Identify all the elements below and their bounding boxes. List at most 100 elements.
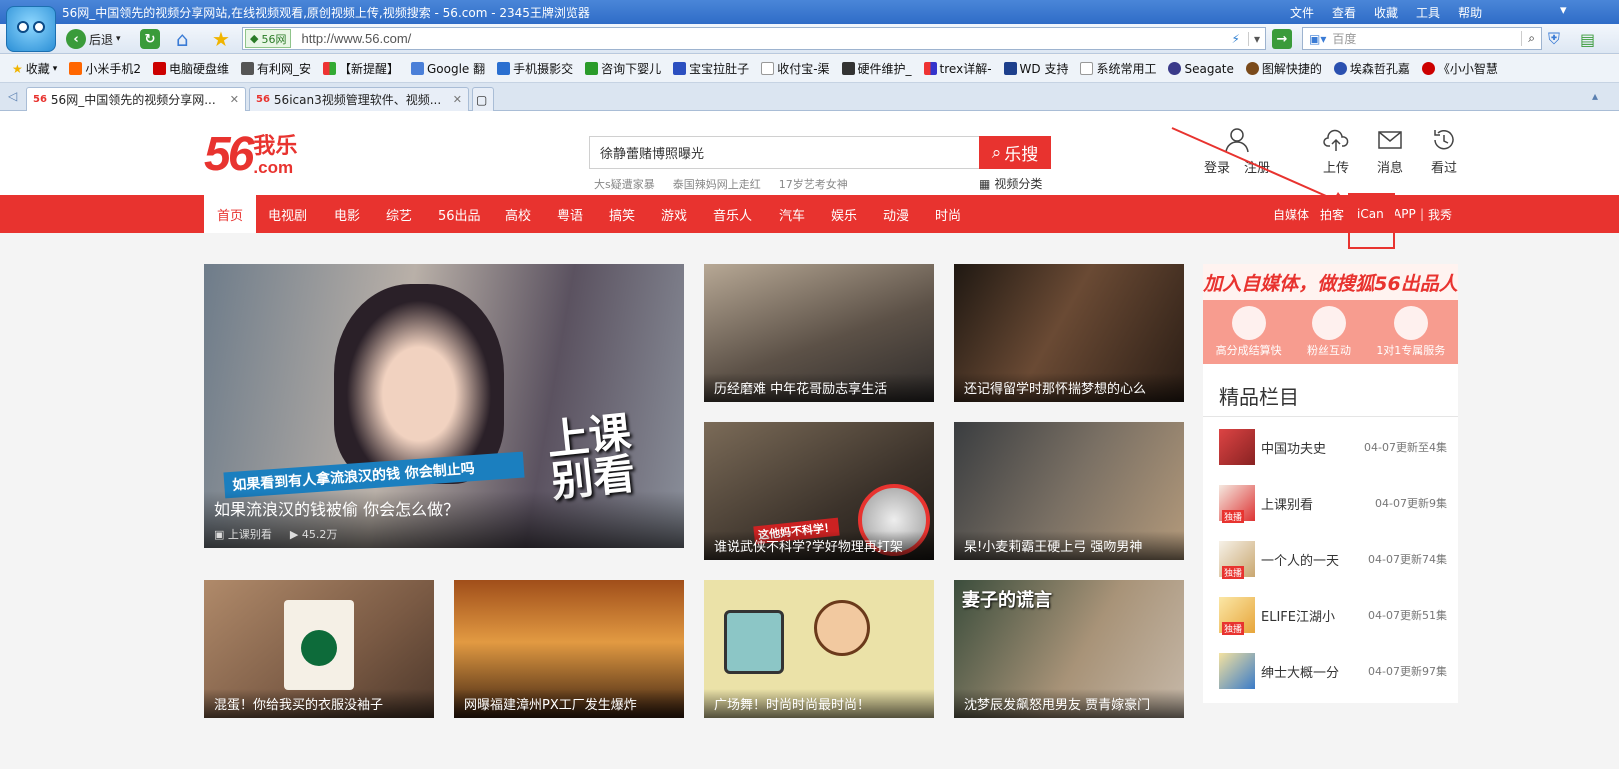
bookmark-item[interactable]: 有利网_安 (235, 60, 317, 77)
video-card[interactable]: 妻子的谎言 沈梦辰发飙怒甩男友 贾青嫁豪门 (954, 580, 1184, 718)
site-logo[interactable]: 56 我乐 .com (204, 131, 298, 179)
nav-games[interactable]: 游戏 (661, 195, 687, 233)
messages-button[interactable]: 消息 (1365, 127, 1415, 176)
hot-word[interactable]: 大s疑遭家暴 (594, 176, 655, 192)
nav-56-originals[interactable]: 56出品 (438, 195, 481, 233)
hot-word[interactable]: 17岁艺考女神 (779, 176, 848, 192)
nav-movie[interactable]: 电影 (334, 195, 360, 233)
logo-cn: 我乐 (253, 134, 298, 159)
bookmark-item[interactable]: 【新提醒】 (317, 60, 405, 77)
refresh-button[interactable]: ↻ (140, 27, 160, 51)
bookmark-item[interactable]: 宝宝拉肚子 (667, 60, 755, 77)
featured-video[interactable]: 如果看到有人拿流浪汉的钱 你会制止吗 上课别看 如果流浪汉的钱被偷 你会怎么做？… (204, 264, 684, 548)
column-title: 中国功夫史 (1261, 441, 1327, 457)
nav-entertainment[interactable]: 娱乐 (831, 195, 857, 233)
column-item[interactable]: 独播 一个人的一天 04-07更新74集 (1219, 540, 1447, 579)
address-bar[interactable]: ◆ 56网 http://www.56.com/ ⚡ ▾ (242, 27, 1266, 50)
site-header: 56 我乐 .com 徐静蕾赌博照曝光 ⌕ 乐搜 大s疑遭家暴 泰国辣妈网上走红 … (0, 111, 1619, 195)
bookmark-item[interactable]: WD 支持 (998, 60, 1075, 77)
baidu-icon: ▣▾ (1309, 31, 1327, 46)
bookmark-item[interactable]: 小米手机2 (63, 60, 147, 77)
nav-funny[interactable]: 搞笑 (609, 195, 635, 233)
tab-menu-icon[interactable]: ▴ (1592, 89, 1598, 103)
column-thumbnail (1219, 653, 1255, 689)
tab-56-home[interactable]: 56 56网_中国领先的视频分享网... ✕ (26, 87, 246, 111)
bookmark-item[interactable]: 电脑硬盘维 (147, 60, 235, 77)
bookmark-item[interactable]: 咨询下婴儿 (579, 60, 667, 77)
video-card[interactable]: 广场舞！时尚时尚最时尚！ (704, 580, 934, 718)
close-icon[interactable]: ✕ (230, 93, 239, 106)
star-icon: ★ (12, 61, 23, 76)
search-button[interactable]: ⌕ 乐搜 (979, 136, 1051, 169)
video-card[interactable]: 这他妈不科学！ 谁说武侠不科学?学好物理再打架 (704, 422, 934, 560)
lightning-icon[interactable]: ⚡ (1224, 32, 1248, 46)
search-engine-box[interactable]: ▣▾ 百度 ⌕ (1302, 27, 1542, 50)
nav-fashion[interactable]: 时尚 (935, 195, 961, 233)
home-button[interactable]: ⌂ (176, 27, 189, 51)
menu-file[interactable]: 文件 (1290, 4, 1314, 21)
nav-college[interactable]: 高校 (505, 195, 531, 233)
window-titlebar: 56网_中国领先的视频分享网站,在线视频观看,原创视频上传,视频搜索 - 56.… (0, 0, 1619, 24)
minimize-icon[interactable]: ▾ (1560, 3, 1567, 18)
go-button[interactable]: → (1272, 27, 1292, 51)
tab-scroll-left-icon[interactable]: ◁ (8, 89, 17, 103)
bookmark-item[interactable]: 《小小智慧 (1416, 60, 1504, 77)
history-label: 看过 (1430, 161, 1457, 176)
nav-tv[interactable]: 电视剧 (268, 195, 307, 233)
nav-woxiu[interactable]: 我秀 (1428, 195, 1452, 233)
hot-word[interactable]: 泰国辣妈网上走红 (673, 176, 761, 192)
search-icon[interactable]: ⌕ (1521, 31, 1541, 46)
video-card[interactable]: 还记得留学时那怀揣梦想的心么 (954, 264, 1184, 402)
back-button[interactable]: ‹ 后退 ▾ (66, 27, 121, 51)
bookmark-item[interactable]: 手机摄影交 (491, 60, 579, 77)
video-card[interactable]: 杲!小麦莉霸王硬上弓 强吻男神 (954, 422, 1184, 560)
bookmark-item[interactable]: 收付宝-渠 (755, 60, 835, 77)
column-item[interactable]: 中国功夫史 04-07更新至4集 (1219, 428, 1447, 466)
nav-musicians[interactable]: 音乐人 (713, 195, 752, 233)
bookmark-label: 埃森哲孔嘉 (1349, 62, 1410, 76)
bookmark-item[interactable]: 硬件维护_ (836, 60, 918, 77)
bookmark-item[interactable]: trex详解- (918, 60, 998, 77)
menu-help[interactable]: 帮助 (1458, 4, 1482, 21)
bookmark-item[interactable]: 埃森哲孔嘉 (1328, 60, 1416, 77)
bookmark-favorites[interactable]: ★ 收藏 ▾ (0, 60, 63, 77)
channel-info[interactable]: ▣ 上课别看 (214, 526, 272, 542)
video-title: 还记得留学时那怀揣梦想的心么 (954, 373, 1184, 402)
bookmark-item[interactable]: Google 翻 (405, 60, 491, 77)
new-tab-button[interactable]: ▢ (472, 87, 494, 111)
video-card[interactable]: 历经磨难 中年花哥励志享生活 (704, 264, 934, 402)
category-link[interactable]: ▦ 视频分类 (979, 175, 1042, 192)
we-media-ad[interactable]: 加入自媒体，做搜狐56出品人 高分成结算快 粉丝互动 1对1专属服务 (1203, 264, 1458, 364)
bookmark-label: Seagate (1184, 61, 1234, 76)
column-item[interactable]: 独播 ELIFE江湖小 04-07更新51集 (1219, 596, 1447, 635)
column-item[interactable]: 独播 上课别看 04-07更新9集 (1219, 484, 1447, 523)
back-label: 后退 (89, 32, 114, 47)
column-item[interactable]: 绅士大概一分 04-07更新97集 (1219, 652, 1447, 690)
column-thumbnail: 独播 (1219, 597, 1255, 635)
bookmark-label: WD 支持 (1019, 62, 1069, 76)
video-card[interactable]: 网曝福建漳州PX工厂发生爆炸 (454, 580, 684, 718)
menu-tools[interactable]: 工具 (1416, 4, 1440, 21)
extension-button[interactable]: ▤ (1580, 27, 1595, 51)
history-button[interactable]: 看过 (1419, 127, 1469, 176)
url-text[interactable]: http://www.56.com/ (293, 31, 1223, 46)
shield-button[interactable]: ⛨ (1548, 27, 1560, 51)
search-input[interactable]: 徐静蕾赌博照曝光 (589, 136, 980, 169)
nav-variety[interactable]: 综艺 (386, 195, 412, 233)
nav-anime[interactable]: 动漫 (883, 195, 909, 233)
menu-view[interactable]: 查看 (1332, 4, 1356, 21)
favorite-star-button[interactable]: ★ (212, 27, 230, 51)
menu-favorites[interactable]: 收藏 (1374, 4, 1398, 21)
nav-auto[interactable]: 汽车 (779, 195, 805, 233)
bookmark-item[interactable]: 图解快捷的 (1240, 60, 1328, 77)
chevron-down-icon: ▾ (52, 63, 58, 74)
bookmark-item[interactable]: 系统常用工 (1074, 60, 1162, 77)
close-icon[interactable]: ✕ (453, 93, 462, 106)
bookmark-item[interactable]: Seagate (1162, 62, 1239, 76)
video-card[interactable]: 混蛋！你给我买的衣服没袖子 (204, 580, 434, 718)
nav-cantonese[interactable]: 粤语 (557, 195, 583, 233)
nav-app[interactable]: APP (1393, 195, 1416, 233)
chevron-down-icon[interactable]: ▾ (1247, 31, 1265, 46)
tab-56ican[interactable]: 56 56ican3视频管理软件、视频... ✕ (249, 87, 469, 111)
nav-home[interactable]: 首页 (204, 195, 256, 233)
